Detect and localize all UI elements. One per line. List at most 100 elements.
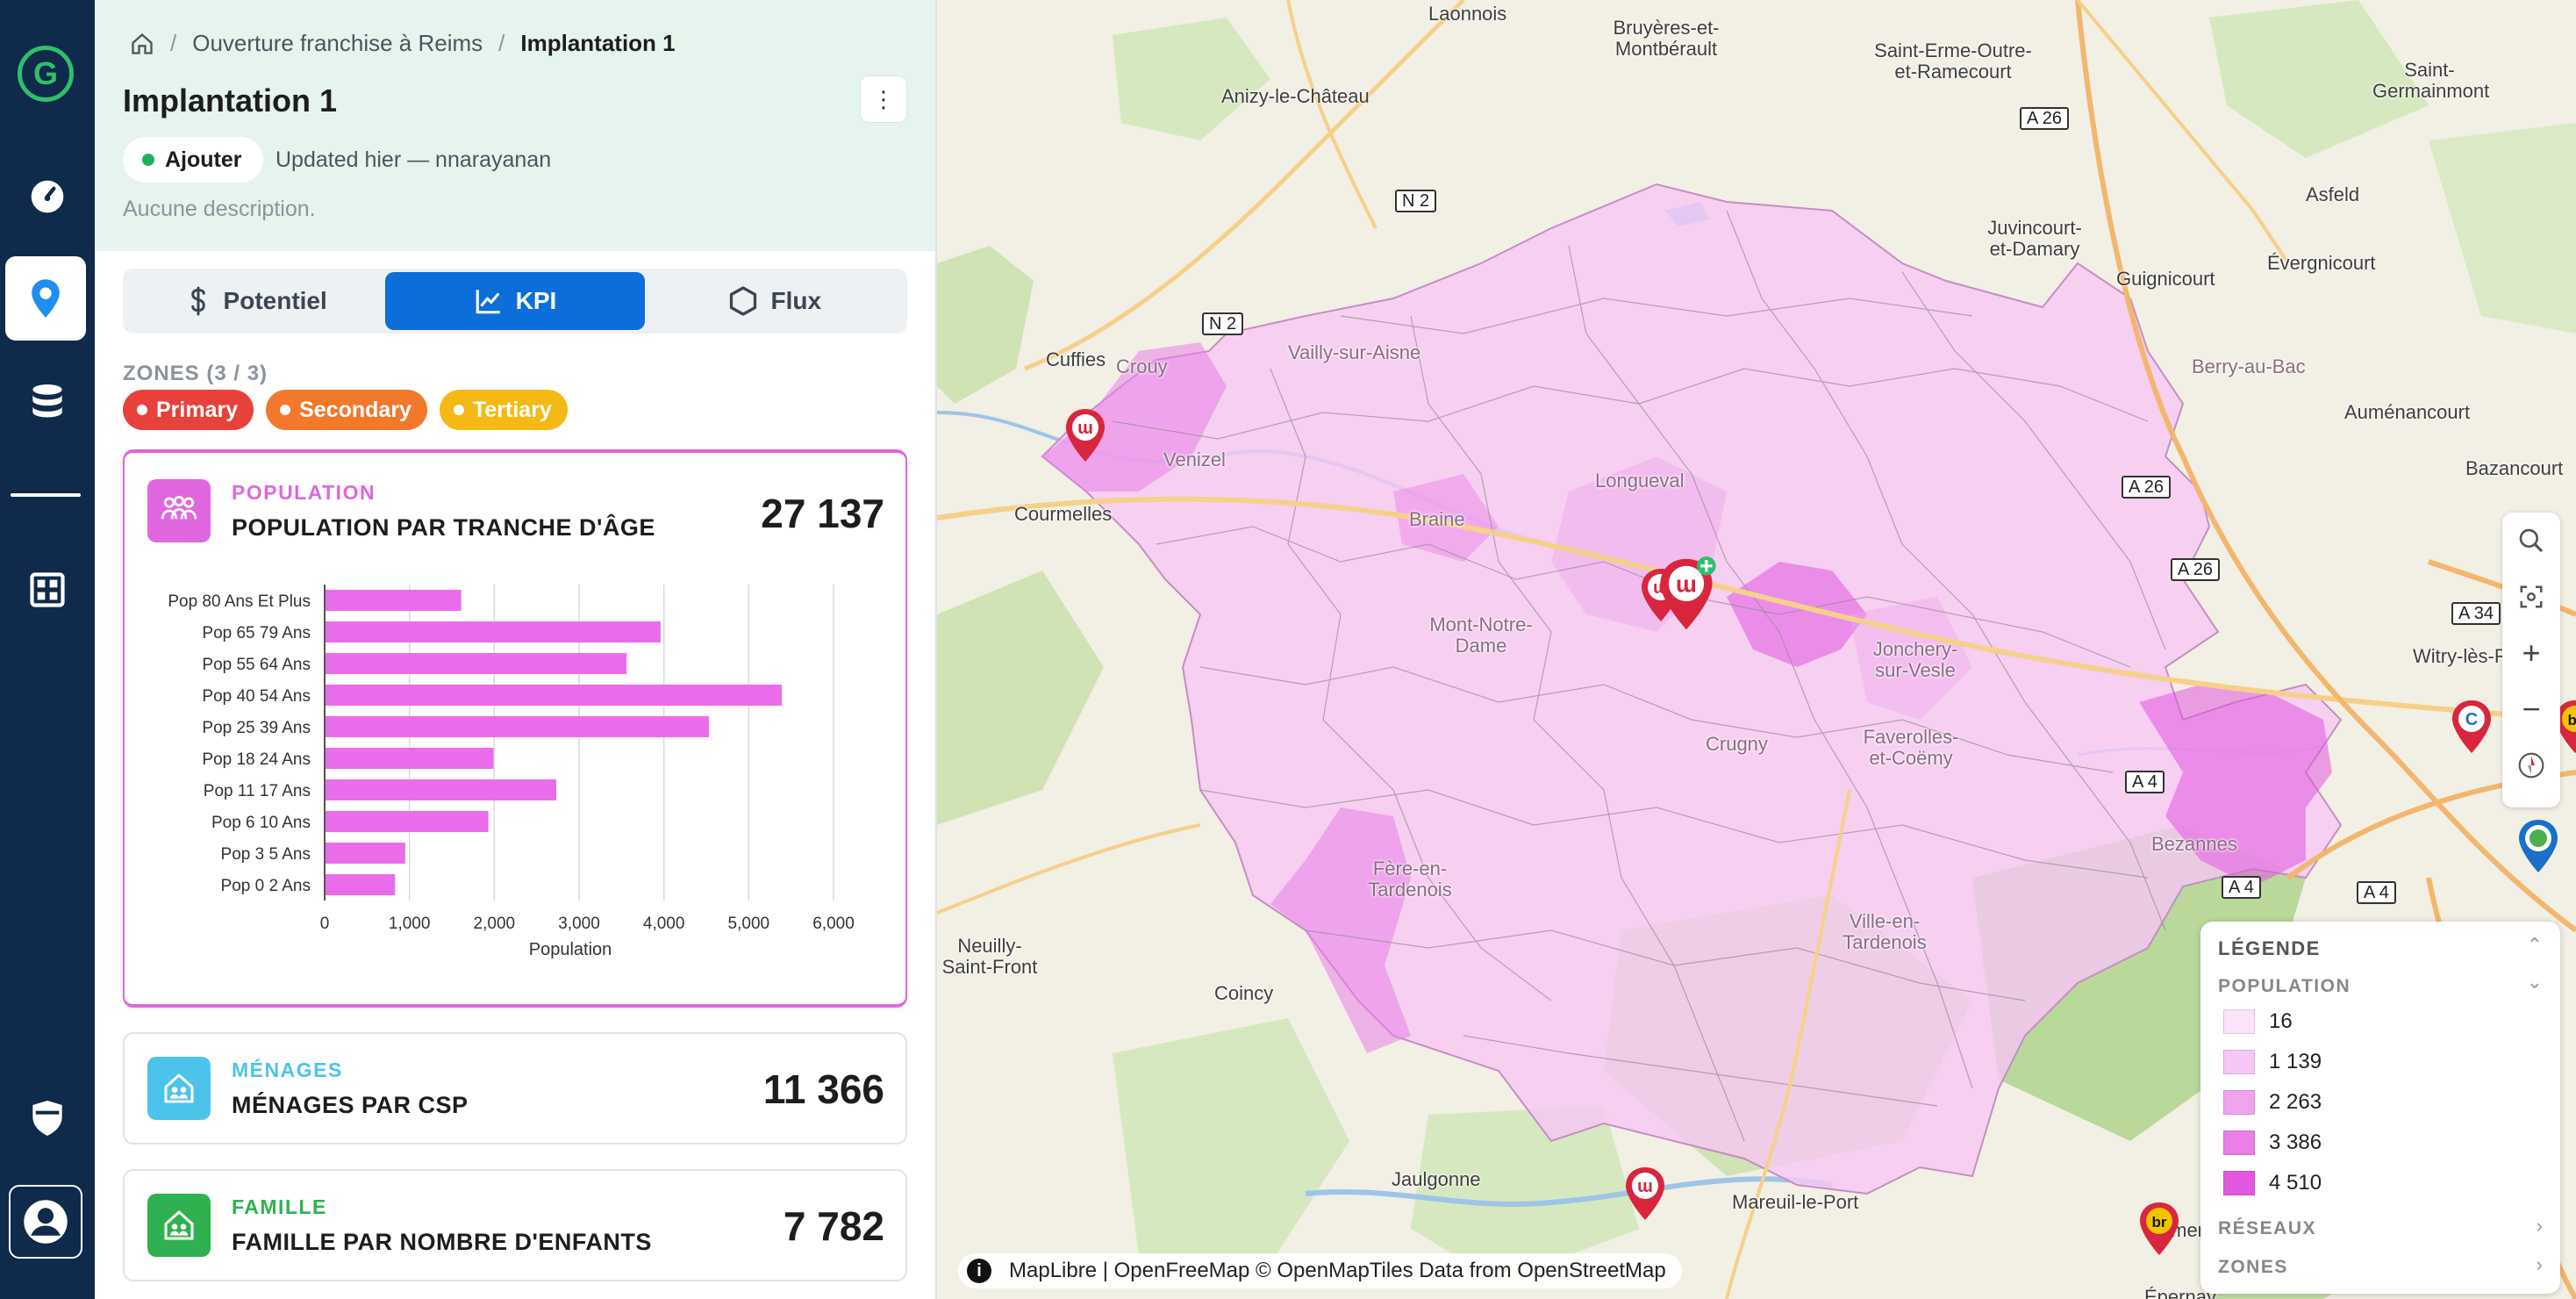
tab-flux[interactable]: Flux <box>645 272 904 330</box>
store-pin-red[interactable]: ɯ <box>1063 407 1107 463</box>
user-avatar-button[interactable] <box>9 1185 82 1259</box>
zoom-out-icon: − <box>2522 691 2541 727</box>
legend-value: 1 139 <box>2269 1050 2322 1073</box>
legend-zones[interactable]: ZONES <box>2218 1257 2288 1278</box>
zone-chip-secondary[interactable]: Secondary <box>266 390 427 430</box>
compass-button[interactable] <box>2502 737 2560 793</box>
chart-bar <box>326 621 661 642</box>
chevron-up-icon[interactable]: ⌃ <box>2527 934 2543 957</box>
zone-chip-primary[interactable]: Primary <box>123 390 254 430</box>
kebab-icon: ⋮ <box>872 85 895 112</box>
chart-bar <box>326 748 494 769</box>
database-icon <box>32 384 62 418</box>
store-pin-red[interactable]: ɯ <box>1623 1166 1667 1222</box>
competitor-pin-blue[interactable] <box>2516 818 2560 874</box>
map-nav[interactable] <box>5 256 86 341</box>
card-title: POPULATION PAR TRANCHE D'ÂGE <box>232 514 655 541</box>
app-rail: G <box>0 0 95 1299</box>
chevron-right-icon[interactable]: › <box>2537 1215 2543 1238</box>
svg-text:br: br <box>2152 1214 2167 1231</box>
road-shield: N 2 <box>1202 312 1244 335</box>
status-badge[interactable]: Ajouter <box>123 137 263 183</box>
breadcrumb: / Ouverture franchise à Reims / Implanta… <box>130 30 676 57</box>
app-logo[interactable]: G <box>18 46 74 102</box>
zone-chip-tertiary[interactable]: Tertiary <box>439 390 568 430</box>
map-label: Saint-Germainmont <box>2372 59 2490 102</box>
tab-kpi-label: KPI <box>515 287 557 314</box>
chart-line-icon <box>476 290 500 314</box>
speedometer-icon <box>31 180 64 213</box>
map-label: Auménancourt <box>2344 401 2471 423</box>
focus-icon <box>2520 585 2543 608</box>
map-label: Anizy-le-Château <box>1221 85 1370 107</box>
chart-category-label: Pop 11 17 Ans <box>204 782 311 800</box>
zoom-in-button[interactable]: + <box>2502 625 2560 681</box>
more-options-button[interactable]: ⋮ <box>860 75 907 123</box>
competitor-pin-br[interactable]: br <box>2137 1201 2181 1257</box>
map-label: Neuilly-Saint-Front <box>941 935 1038 978</box>
attribution-text[interactable]: MapLibre | OpenFreeMap © OpenMapTiles Da… <box>1009 1259 1666 1283</box>
map-focus-button[interactable] <box>2502 569 2560 625</box>
forest-area <box>937 571 1104 825</box>
chart-x-tick-label: 6,000 <box>812 915 855 933</box>
road-shield: A 26 <box>2020 107 2070 130</box>
tab-kpi[interactable]: KPI <box>385 272 645 330</box>
map-label: Saint-Erme-Outre-et-Ramecourt <box>1874 39 2032 83</box>
tab-potentiel[interactable]: Potentiel <box>126 272 385 330</box>
kpi-card-famille[interactable]: FAMILLE FAMILLE PAR NOMBRE D'ENFANTS 7 7… <box>123 1169 907 1281</box>
chevron-down-icon[interactable]: ⌄ <box>2527 971 2543 994</box>
chart-x-tick-label: 3,000 <box>558 915 600 933</box>
kpi-card-population[interactable]: POPULATION POPULATION PAR TRANCHE D'ÂGE … <box>123 449 907 1008</box>
map-label: Jonchery-sur-Vesle <box>1872 638 1958 681</box>
map-attribution[interactable]: i MapLibre | OpenFreeMap © OpenMapTiles … <box>958 1253 1682 1288</box>
legend-swatch <box>2223 1171 2255 1195</box>
dashboard-nav[interactable] <box>0 154 95 239</box>
legend-value: 4 510 <box>2269 1171 2322 1195</box>
map-label: Cuffies <box>1046 348 1106 370</box>
chart-bar <box>326 811 489 832</box>
svg-text:br: br <box>2568 712 2576 728</box>
tab-potentiel-label: Potentiel <box>223 287 327 314</box>
map-label: Longueval <box>1595 470 1685 492</box>
chip-label: Tertiary <box>472 397 552 422</box>
map-label: Jaulgonne <box>1392 1168 1481 1190</box>
page-title: Implantation 1 <box>123 83 338 118</box>
legend-population-title[interactable]: POPULATION <box>2218 976 2351 997</box>
legend-reseaux[interactable]: RÉSEAUX <box>2218 1218 2316 1239</box>
map-search-button[interactable] <box>2502 513 2560 569</box>
competitor-pin-carrefour[interactable]: C <box>2450 699 2494 755</box>
svg-text:ɯ: ɯ <box>1676 571 1697 597</box>
chart-category-label: Pop 6 10 Ans <box>211 814 311 832</box>
kpi-card-menages[interactable]: MÉNAGES MÉNAGES PAR CSP 11 366 <box>123 1032 907 1145</box>
svg-text:C: C <box>2465 710 2478 729</box>
map-label: Coincy <box>1214 982 1274 1004</box>
legend-value: 2 263 <box>2269 1090 2322 1114</box>
road-shield: A 26 <box>2122 476 2172 499</box>
chart-bar <box>326 653 627 674</box>
grid-nav[interactable] <box>0 548 95 632</box>
road-shield: A 4 <box>2357 881 2396 904</box>
map-label: Faverolles-et-Coëmy <box>1863 726 1959 769</box>
chart-category-label: Pop 25 39 Ans <box>202 719 311 737</box>
status-dot <box>142 154 154 166</box>
map-label: Crugny <box>1706 733 1768 755</box>
map-legend: LÉGENDE ⌃ POPULATION ⌄ 16 1 139 2 263 3 … <box>2200 922 2560 1294</box>
shield-nav[interactable] <box>0 1076 95 1160</box>
chart-x-tick-label: 4,000 <box>643 915 685 933</box>
legend-title[interactable]: LÉGENDE <box>2218 937 2321 960</box>
description-text: Aucune description. <box>123 197 316 221</box>
forest-area <box>1113 1018 1349 1264</box>
map-label: Ville-en-Tardenois <box>1843 910 1927 953</box>
new-implantation-pin[interactable]: ɯ <box>1657 556 1716 632</box>
household-icon <box>147 1057 211 1120</box>
info-icon[interactable]: i <box>967 1259 991 1283</box>
map-label: Crouy <box>1116 355 1168 377</box>
zoom-in-icon: + <box>2522 635 2541 671</box>
home-icon[interactable] <box>130 32 154 56</box>
breadcrumb-parent[interactable]: Ouverture franchise à Reims <box>192 30 483 57</box>
database-nav[interactable] <box>0 360 95 444</box>
card-value: 27 137 <box>761 491 884 536</box>
zoom-out-button[interactable]: − <box>2502 681 2560 737</box>
chevron-right-icon[interactable]: › <box>2537 1253 2543 1276</box>
grid-icon <box>30 572 65 607</box>
